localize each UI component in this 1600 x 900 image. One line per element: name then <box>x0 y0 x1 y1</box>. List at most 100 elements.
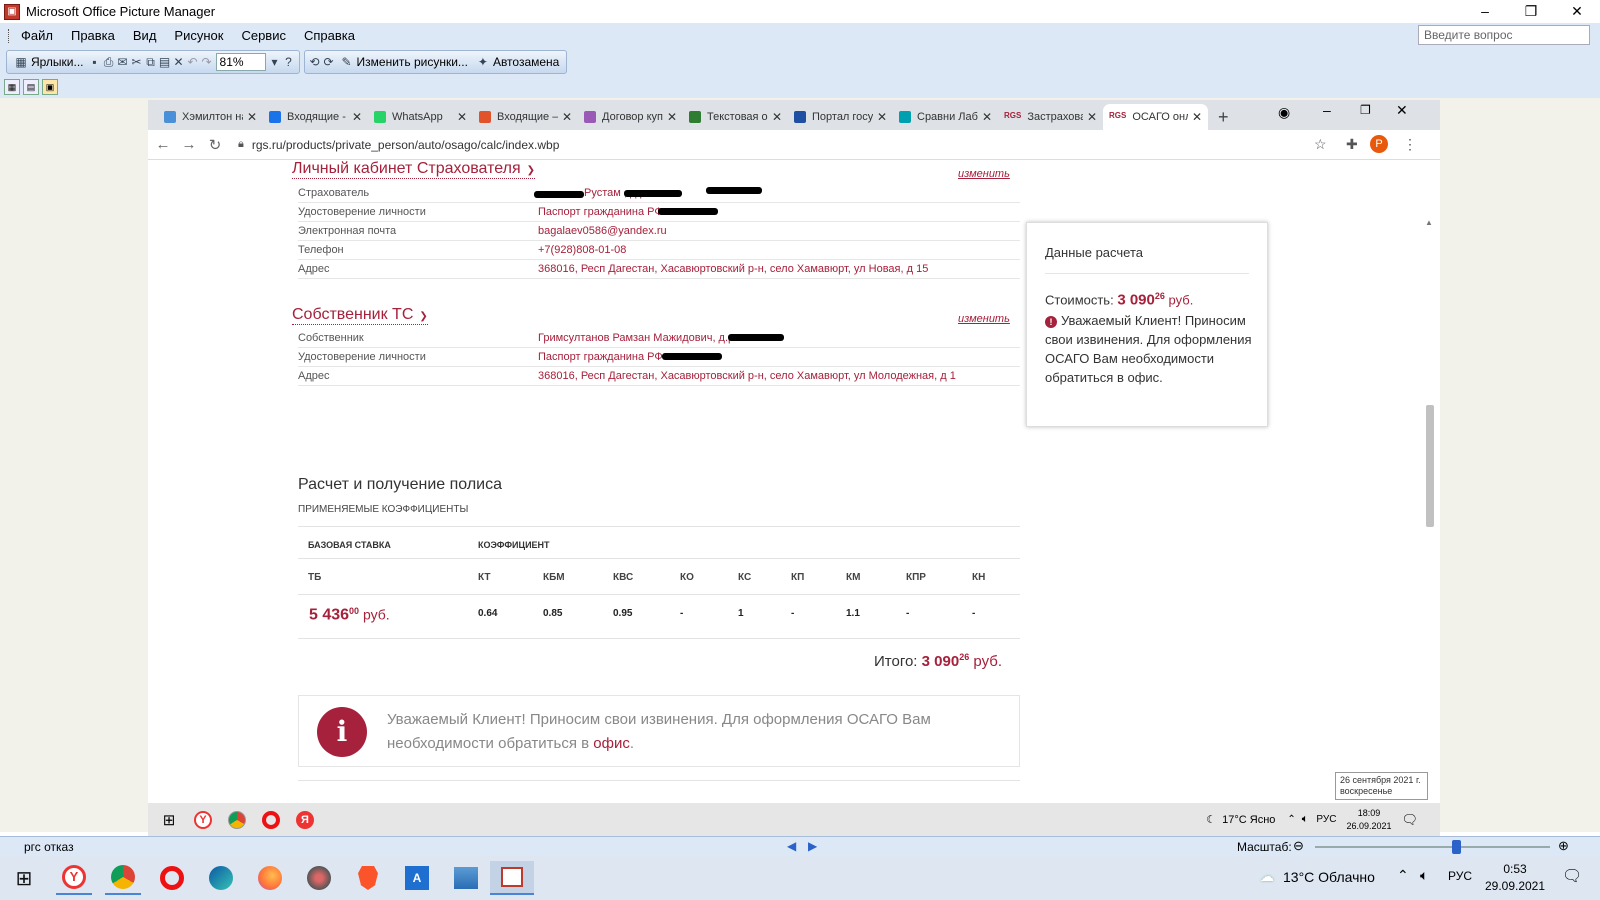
browser-close-icon[interactable]: ✕ <box>1396 102 1408 119</box>
taskbar-lang[interactable]: РУС <box>1448 869 1472 883</box>
browser-tab[interactable]: Портал госу ✕ <box>788 104 893 130</box>
browser-tab[interactable]: Входящие - ✕ <box>263 104 368 130</box>
owner-section-title[interactable]: Собственник ТС ❯ <box>292 306 428 325</box>
paste-icon[interactable]: ▤ <box>158 55 172 69</box>
single-picture-view-icon[interactable]: ▣ <box>42 78 58 95</box>
volume-icon[interactable]: 🔈︎ <box>1420 867 1428 884</box>
profile-avatar[interactable]: P <box>1370 135 1388 153</box>
browser-menu-icon[interactable]: ⋮ <box>1403 136 1417 153</box>
office-link[interactable]: офис <box>593 735 630 752</box>
tab-close-icon[interactable]: ✕ <box>667 110 677 124</box>
bookmark-star-icon[interactable]: ☆ <box>1314 136 1327 153</box>
forward-icon[interactable]: → <box>176 136 202 153</box>
rotate-left-icon[interactable]: ⟲ <box>308 55 322 69</box>
browser-tab[interactable]: Хэмилтон на ✕ <box>158 104 263 130</box>
inner-clock[interactable]: 18:09 26.09.2021 <box>1346 807 1391 833</box>
inner-weather[interactable]: 17°C Ясно <box>1222 814 1275 826</box>
owner-edit-link[interactable]: изменить <box>958 313 1010 325</box>
new-tab-button[interactable]: + <box>1218 107 1229 128</box>
browser-tab[interactable]: Текстовая о ✕ <box>683 104 788 130</box>
insurer-section-title[interactable]: Личный кабинет Страхователя ❯ <box>292 160 535 179</box>
tab-close-icon[interactable]: ✕ <box>457 110 467 124</box>
reload-icon[interactable]: ↻ <box>202 136 228 154</box>
zoom-slider-thumb[interactable] <box>1452 840 1461 854</box>
browser-restore-icon[interactable]: ❐ <box>1360 103 1371 117</box>
insurer-edit-link[interactable]: изменить <box>958 168 1010 180</box>
filmstrip-view-icon[interactable]: ▤ <box>23 78 39 95</box>
send-icon[interactable]: ✉ <box>116 55 130 69</box>
menu-tools[interactable]: Сервис <box>241 28 286 43</box>
chrome-taskbar-icon[interactable] <box>105 861 141 895</box>
yandex-browser-icon[interactable]: Y <box>186 806 220 834</box>
zoom-dropdown-icon[interactable]: ▾ <box>268 55 282 69</box>
picture-manager-taskbar-icon[interactable] <box>490 861 534 895</box>
photos-taskbar-icon[interactable] <box>448 861 484 895</box>
font-app-taskbar-icon[interactable]: A <box>399 861 435 895</box>
tab-search-icon[interactable]: ◉ <box>1278 104 1290 121</box>
tab-close-icon[interactable]: ✕ <box>562 110 572 124</box>
taskbar-clock[interactable]: 0:53 29.09.2021 <box>1480 861 1550 895</box>
menu-picture[interactable]: Рисунок <box>174 28 223 43</box>
autocorrect-button[interactable]: ✦ Автозамена <box>472 52 563 72</box>
page-scrollbar[interactable]: ▲ <box>1424 218 1436 803</box>
tab-close-icon[interactable]: ✕ <box>1087 110 1097 124</box>
zoom-slider[interactable] <box>1315 840 1550 854</box>
scrollbar-thumb[interactable] <box>1426 405 1434 527</box>
menu-file[interactable]: Файл <box>21 28 53 43</box>
browser-tab[interactable]: Сравни Лаб ✕ <box>893 104 998 130</box>
undo-icon[interactable]: ↶ <box>186 55 200 69</box>
chrome-icon[interactable] <box>220 806 254 834</box>
cut-icon[interactable]: ✂ <box>130 55 144 69</box>
help-icon[interactable]: ? <box>282 55 296 69</box>
browser-tab[interactable]: RGS Застраховат ✕ <box>998 104 1103 130</box>
browser-minimize-icon[interactable]: – <box>1323 102 1331 118</box>
scroll-up-icon[interactable]: ▲ <box>1425 218 1433 227</box>
extensions-icon[interactable]: ✚ <box>1346 136 1358 153</box>
browser-tab[interactable]: RGS ОСАГО онла ✕ <box>1103 104 1208 130</box>
speaker-icon[interactable]: 🔈︎ <box>1302 813 1309 826</box>
save-icon[interactable]: ▪ <box>88 55 102 69</box>
firefox-taskbar-icon[interactable] <box>252 861 288 895</box>
browser-tab[interactable]: Входящие — ✕ <box>473 104 578 130</box>
redo-icon[interactable]: ↷ <box>200 55 214 69</box>
close-button[interactable]: ✕ <box>1554 0 1600 23</box>
edge-taskbar-icon[interactable] <box>203 861 239 895</box>
browser-tab[interactable]: Договор куп ✕ <box>578 104 683 130</box>
tray-chevron-icon[interactable]: ⌃ <box>1397 867 1409 884</box>
windows-start-icon[interactable]: ⊞ <box>6 861 42 895</box>
start-icon[interactable]: ⊞ <box>152 806 186 834</box>
tab-close-icon[interactable]: ✕ <box>352 110 362 124</box>
menubar-grip[interactable] <box>8 28 11 43</box>
taskbar-weather[interactable]: 13°C Облачно <box>1283 869 1375 885</box>
zoom-out-icon[interactable]: ⊖ <box>1293 838 1304 854</box>
inner-lang[interactable]: РУС <box>1316 814 1336 825</box>
tab-close-icon[interactable]: ✕ <box>982 110 992 124</box>
shortcuts-button[interactable]: ▦ Ярлыки... <box>10 52 88 72</box>
copy-icon[interactable]: ⧉ <box>144 55 158 69</box>
chevron-up-icon[interactable]: ⌃ <box>1287 814 1295 825</box>
opera-taskbar-icon[interactable] <box>154 861 190 895</box>
action-center-icon[interactable]: 🗨︎ <box>1562 866 1582 886</box>
tab-close-icon[interactable]: ✕ <box>1192 110 1202 124</box>
menu-view[interactable]: Вид <box>133 28 157 43</box>
yandex-icon[interactable]: Я <box>288 806 322 834</box>
menu-edit[interactable]: Правка <box>71 28 115 43</box>
rotate-right-icon[interactable]: ⟳ <box>322 55 336 69</box>
url-field[interactable]: rgs.ru/products/private_person/auto/osag… <box>252 138 560 152</box>
print-icon[interactable]: ⎙ <box>102 55 116 69</box>
minimize-button[interactable]: – <box>1462 0 1508 23</box>
thumbnail-view-icon[interactable]: ▦ <box>4 78 20 95</box>
zoom-in-icon[interactable]: ⊕ <box>1558 838 1569 854</box>
tab-close-icon[interactable]: ✕ <box>877 110 887 124</box>
ask-question-input[interactable]: Введите вопрос <box>1418 25 1590 45</box>
yandex-browser-taskbar-icon[interactable]: Y <box>56 861 92 895</box>
tab-close-icon[interactable]: ✕ <box>772 110 782 124</box>
zoom-combo[interactable]: 81% <box>215 52 266 71</box>
next-picture-icon[interactable]: ▶ <box>808 839 817 853</box>
browser-tab[interactable]: WhatsApp ✕ <box>368 104 473 130</box>
previous-picture-icon[interactable]: ◀ <box>787 839 796 853</box>
delete-icon[interactable]: ✕ <box>172 55 186 69</box>
tab-close-icon[interactable]: ✕ <box>247 110 257 124</box>
edit-pictures-button[interactable]: ✎ Изменить рисунки... <box>336 52 472 72</box>
media-player-taskbar-icon[interactable] <box>301 861 337 895</box>
